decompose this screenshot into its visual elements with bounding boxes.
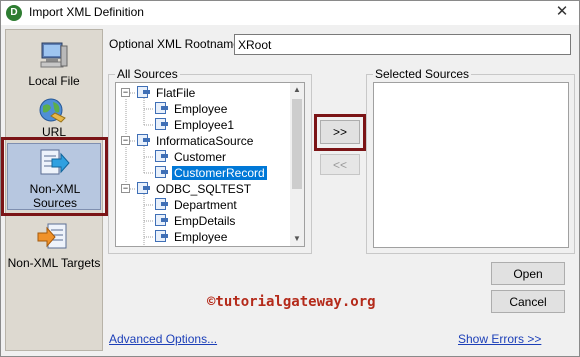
- watermark-text: ©tutorialgateway.org: [207, 294, 376, 310]
- tree-leaf-label: EmpDetails: [174, 214, 236, 228]
- open-button[interactable]: Open: [491, 262, 565, 285]
- tree-scrollbar[interactable]: ▲ ▼: [290, 83, 304, 246]
- import-xml-dialog: D Import XML Definition ✕ Local File URL: [0, 0, 580, 357]
- cancel-button[interactable]: Cancel: [491, 290, 565, 313]
- all-sources-title: All Sources: [115, 67, 180, 81]
- remove-source-button[interactable]: <<: [320, 154, 360, 175]
- target-arrow-icon: [37, 223, 67, 249]
- app-icon: D: [6, 5, 22, 21]
- tree-leaf-label-selected: CustomerRecord: [172, 166, 267, 180]
- tree-leaf-label: Employee: [174, 102, 228, 116]
- title-bar: D Import XML Definition ✕: [1, 1, 579, 25]
- rootname-label: Optional XML Rootname:: [109, 37, 244, 51]
- highlight-box-sidebar: [1, 137, 108, 216]
- globe-icon: [39, 98, 66, 123]
- sidebar-item-label: Non-XML Targets: [7, 256, 101, 270]
- tree-connector-lines: [125, 92, 154, 246]
- selected-sources-list[interactable]: [373, 82, 569, 248]
- scroll-thumb[interactable]: [292, 99, 302, 189]
- computer-icon: [40, 42, 68, 68]
- advanced-options-link[interactable]: Advanced Options...: [109, 332, 217, 346]
- tree-leaf-label: Customer: [174, 150, 227, 164]
- rootname-input[interactable]: [234, 34, 571, 55]
- window-title: Import XML Definition: [29, 5, 144, 19]
- selected-sources-title: Selected Sources: [373, 67, 472, 81]
- show-errors-link[interactable]: Show Errors >>: [458, 332, 541, 346]
- highlight-box-add: [314, 114, 366, 151]
- scroll-up-icon[interactable]: ▲: [290, 83, 304, 97]
- close-icon[interactable]: ✕: [547, 2, 577, 22]
- all-sources-tree[interactable]: − FlatFile Employee Employee1 − Informat…: [115, 82, 305, 247]
- sidebar-item-label: Local File: [28, 74, 80, 88]
- scroll-down-icon[interactable]: ▼: [290, 232, 304, 246]
- tree-leaf-label: Employee: [174, 230, 228, 244]
- tree-leaf-label: Employee1: [174, 118, 235, 132]
- tree-leaf-label: Department: [174, 198, 237, 212]
- sidebar-item-non-xml-targets[interactable]: Non-XML Targets: [7, 216, 101, 284]
